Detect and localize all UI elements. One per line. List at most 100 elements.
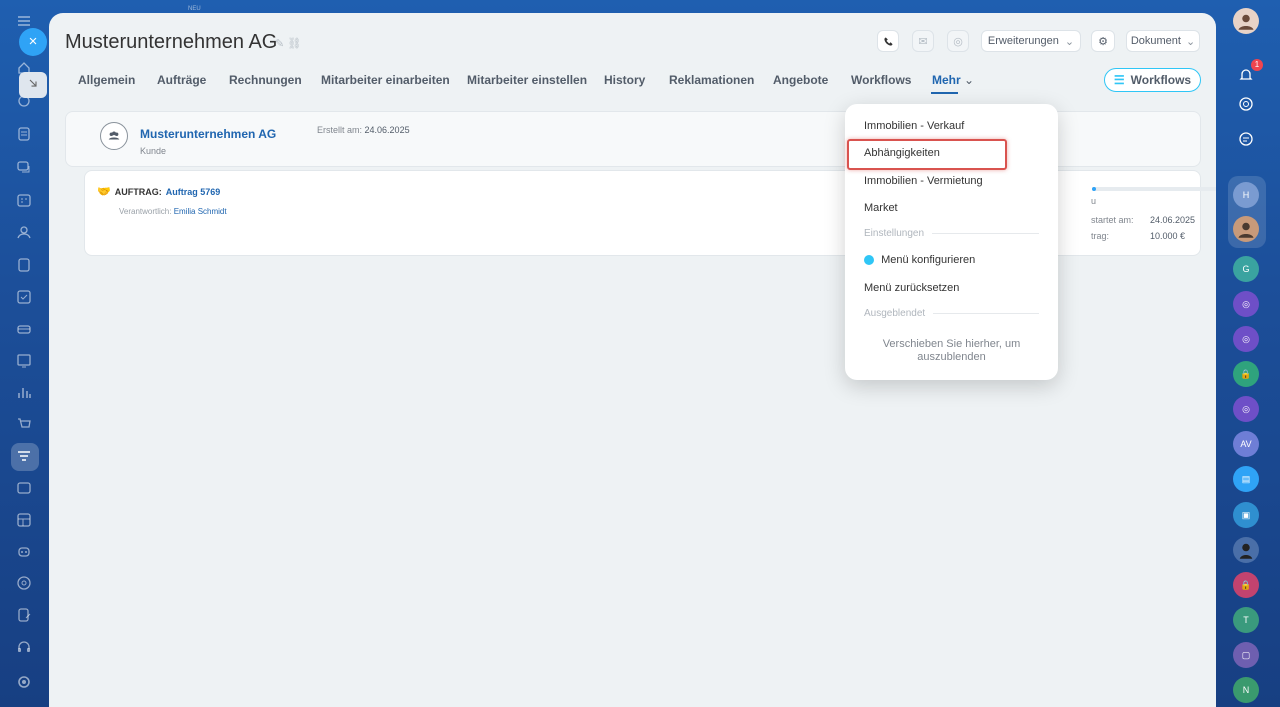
- card-icon[interactable]: [15, 480, 33, 498]
- new-label: NEU: [188, 6, 201, 12]
- tab-rechnungen[interactable]: Rechnungen: [229, 73, 302, 87]
- created-info: Erstellt am: 24.06.2025: [317, 125, 410, 135]
- close-slider-button[interactable]: ×: [19, 28, 47, 56]
- edit-title-icon[interactable]: ✎ ⛓: [275, 37, 301, 50]
- contacts-icon[interactable]: [15, 224, 33, 242]
- order-link[interactable]: Auftrag 5769: [166, 187, 221, 197]
- page-title: Musterunternehmen AG: [65, 31, 278, 53]
- created-label: Erstellt am:: [317, 125, 363, 135]
- document-icon[interactable]: [15, 126, 33, 144]
- calendar-icon[interactable]: [15, 192, 33, 210]
- menu-item-market[interactable]: Market: [864, 202, 898, 214]
- avatar-t[interactable]: T: [1233, 607, 1259, 633]
- right-sidebar: 1 H G ◎ ◎ 🔒 ◎ AV ▤ ▣ 🔒 T ▢ N: [1216, 0, 1280, 707]
- avatar-n[interactable]: N: [1233, 677, 1259, 703]
- cart-icon[interactable]: [15, 416, 33, 434]
- message-icon[interactable]: ▤: [1233, 466, 1259, 492]
- started-label: startet am:: [1091, 215, 1134, 225]
- tab-workflows[interactable]: Workflows: [851, 73, 911, 87]
- responsible-name[interactable]: Emilia Schmidt: [174, 207, 227, 216]
- stage-label: u: [1091, 196, 1097, 206]
- tab-mitarbeiter-einstellen[interactable]: Mitarbeiter einstellen: [467, 73, 587, 87]
- edit-icon[interactable]: [15, 607, 33, 625]
- workflow-icon: ☰: [1113, 73, 1125, 87]
- headset-icon[interactable]: [15, 639, 33, 657]
- extensions-label: Erweiterungen: [987, 35, 1059, 47]
- company-name-link[interactable]: Musterunternehmen AG: [140, 127, 276, 141]
- tab-mehr-label: Mehr: [932, 73, 961, 87]
- more-tabs-menu: Immobilien - Verkauf Abhängigkeiten Immo…: [845, 104, 1058, 380]
- responsible-label: Verantwortlich:: [119, 207, 172, 216]
- menu-item-immobilien-verkauf[interactable]: Immobilien - Verkauf: [864, 120, 964, 132]
- document-label: Dokument: [1130, 35, 1181, 47]
- robot-icon[interactable]: [15, 543, 33, 561]
- chart-icon[interactable]: [15, 384, 33, 402]
- chat-icon[interactable]: [15, 159, 33, 177]
- chevron-down-icon: ⌄: [1064, 35, 1075, 48]
- phone-icon[interactable]: [877, 30, 899, 52]
- lock-icon[interactable]: 🔒: [1233, 572, 1259, 598]
- contact-card-icon[interactable]: ▣: [1233, 502, 1259, 528]
- responsible-line: Verantwortlich: Emilia Schmidt: [119, 207, 227, 216]
- active-tab-indicator: [931, 92, 958, 94]
- extensions-dropdown[interactable]: Erweiterungen ⌄: [981, 30, 1081, 52]
- document-dropdown[interactable]: Dokument ⌄: [1126, 30, 1200, 52]
- search-chat-icon[interactable]: [1233, 126, 1259, 152]
- tab-auftraege[interactable]: Aufträge: [157, 73, 206, 87]
- tab-mehr[interactable]: Mehr ⌄: [932, 73, 974, 87]
- menu-item-abhaengigkeiten[interactable]: Abhängigkeiten: [864, 147, 940, 159]
- menu-item-immobilien-vermietung[interactable]: Immobilien - Vermietung: [864, 175, 983, 187]
- avatar-person-2[interactable]: [1233, 537, 1259, 563]
- lock-icon[interactable]: 🔒: [1233, 361, 1259, 387]
- minimize-icon[interactable]: [19, 72, 47, 98]
- chat-spiral-icon[interactable]: [1233, 91, 1259, 117]
- chat-icon[interactable]: ◎: [947, 30, 969, 52]
- avatar-g[interactable]: G: [1233, 256, 1259, 282]
- settings-section-header: Einstellungen: [864, 228, 1039, 239]
- settings-section-label: Einstellungen: [864, 228, 925, 239]
- tab-angebote[interactable]: Angebote: [773, 73, 828, 87]
- workflows-button-label: Workflows: [1130, 73, 1192, 87]
- created-date: 24.06.2025: [364, 125, 410, 135]
- stack-icon[interactable]: [15, 321, 33, 339]
- chevron-down-icon: ⌄: [964, 73, 975, 87]
- filter-icon[interactable]: [15, 448, 33, 466]
- amount-label: trag:: [1091, 231, 1110, 241]
- spiral-chat-icon[interactable]: ◎: [1233, 326, 1259, 352]
- spiral-chat-icon[interactable]: ◎: [1233, 291, 1259, 317]
- gear-icon[interactable]: ⚙: [1091, 30, 1115, 52]
- chevron-down-icon: ⌄: [1185, 35, 1196, 48]
- avatar-av[interactable]: AV: [1233, 431, 1259, 457]
- spiral-chat-icon[interactable]: ◎: [1233, 396, 1259, 422]
- menu-item-configure[interactable]: Menü konfigurieren: [864, 254, 975, 266]
- board-icon[interactable]: [15, 353, 33, 371]
- company-type: Kunde: [140, 146, 167, 156]
- gear-icon: [864, 255, 874, 266]
- started-date: 24.06.2025: [1150, 215, 1196, 225]
- checkbox-icon[interactable]: [15, 289, 33, 307]
- task-icon[interactable]: ▢: [1233, 642, 1259, 668]
- settings-icon[interactable]: [15, 674, 33, 692]
- tab-mitarbeiter-einarbeiten[interactable]: Mitarbeiter einarbeiten: [321, 73, 450, 87]
- progress-bar: [1092, 187, 1216, 191]
- amount-value: 10.000 €: [1150, 231, 1186, 241]
- handshake-icon: 🤝: [97, 186, 111, 198]
- user-avatar[interactable]: [1233, 8, 1259, 34]
- hidden-dropzone-hint: Verschieben Sie hierher, um auszublenden: [882, 338, 1021, 363]
- hidden-section-label: Ausgeblendet: [864, 308, 926, 319]
- menu-item-reset[interactable]: Menü zurücksetzen: [864, 282, 959, 294]
- avatar-h[interactable]: H: [1233, 182, 1259, 208]
- grid-icon[interactable]: [15, 512, 33, 530]
- tab-history[interactable]: History: [604, 73, 645, 87]
- tab-reklamationen[interactable]: Reklamationen: [669, 73, 754, 87]
- mail-icon[interactable]: ✉: [912, 30, 934, 52]
- file-icon[interactable]: [15, 257, 33, 275]
- tab-allgemein[interactable]: Allgemein: [78, 73, 135, 87]
- hidden-section-header: Ausgeblendet: [864, 308, 1039, 319]
- avatar-person[interactable]: [1233, 216, 1259, 242]
- notification-badge: 1: [1251, 59, 1263, 71]
- workflows-button[interactable]: ☰ Workflows: [1104, 68, 1201, 92]
- configure-label: Menü konfigurieren: [881, 254, 976, 266]
- left-sidebar: NEU: [0, 0, 201, 707]
- target-icon[interactable]: [15, 575, 33, 593]
